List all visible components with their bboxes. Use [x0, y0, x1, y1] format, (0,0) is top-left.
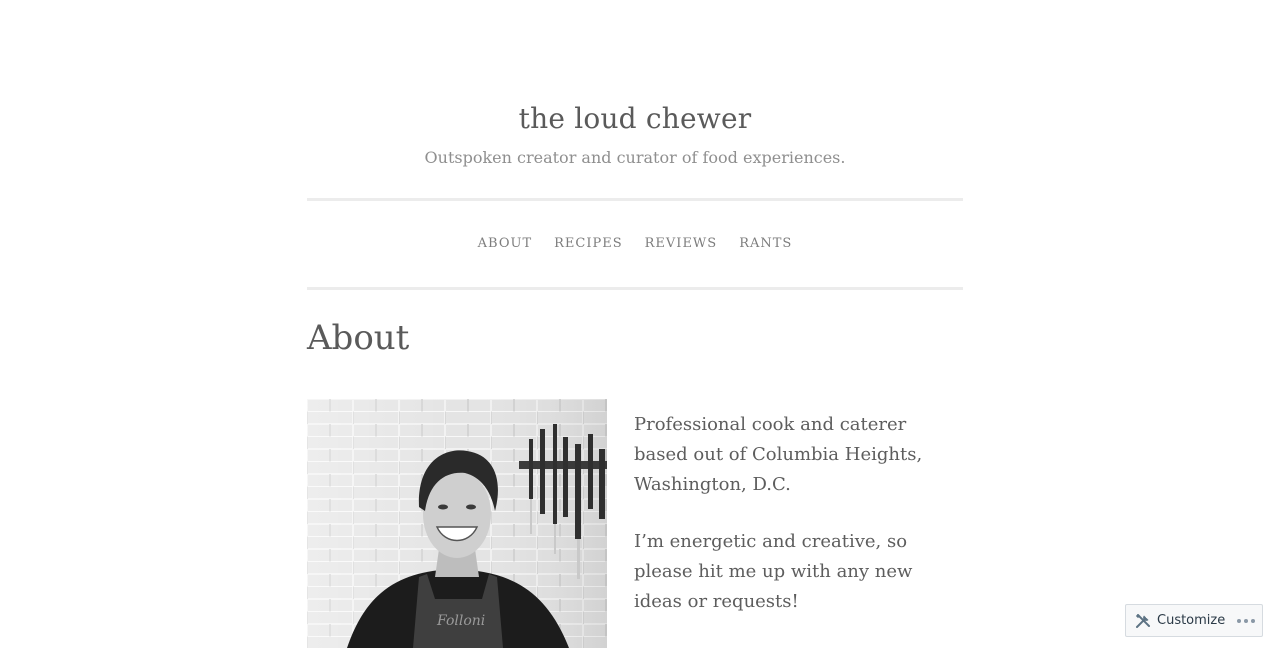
profile-photo: Folloni [307, 399, 607, 648]
customize-button[interactable]: Customize [1125, 604, 1263, 637]
site-title[interactable]: the loud chewer [307, 100, 963, 138]
about-paragraph: I’m energetic and creative, so please hi… [634, 531, 913, 612]
tools-icon [1135, 613, 1151, 629]
nav-item-about[interactable]: ABOUT [478, 236, 532, 251]
about-content: Professional cook and caterer based out … [634, 410, 963, 644]
customize-label: Customize [1157, 613, 1226, 628]
nav-item-rants[interactable]: RANTS [739, 236, 792, 251]
nav-bottom-divider [307, 287, 963, 290]
nav-item-reviews[interactable]: REVIEWS [645, 236, 718, 251]
nav-item-recipes[interactable]: RECIPES [554, 236, 623, 251]
about-paragraph: Professional cook and caterer based out … [634, 414, 923, 495]
main-navigation: ABOUT RECIPES REVIEWS RANTS [307, 200, 963, 287]
svg-text:Folloni: Folloni [436, 613, 485, 629]
page-title: About [307, 318, 410, 358]
site-description: Outspoken creator and curator of food ex… [424, 148, 846, 167]
ellipsis-icon[interactable] [1237, 618, 1256, 623]
